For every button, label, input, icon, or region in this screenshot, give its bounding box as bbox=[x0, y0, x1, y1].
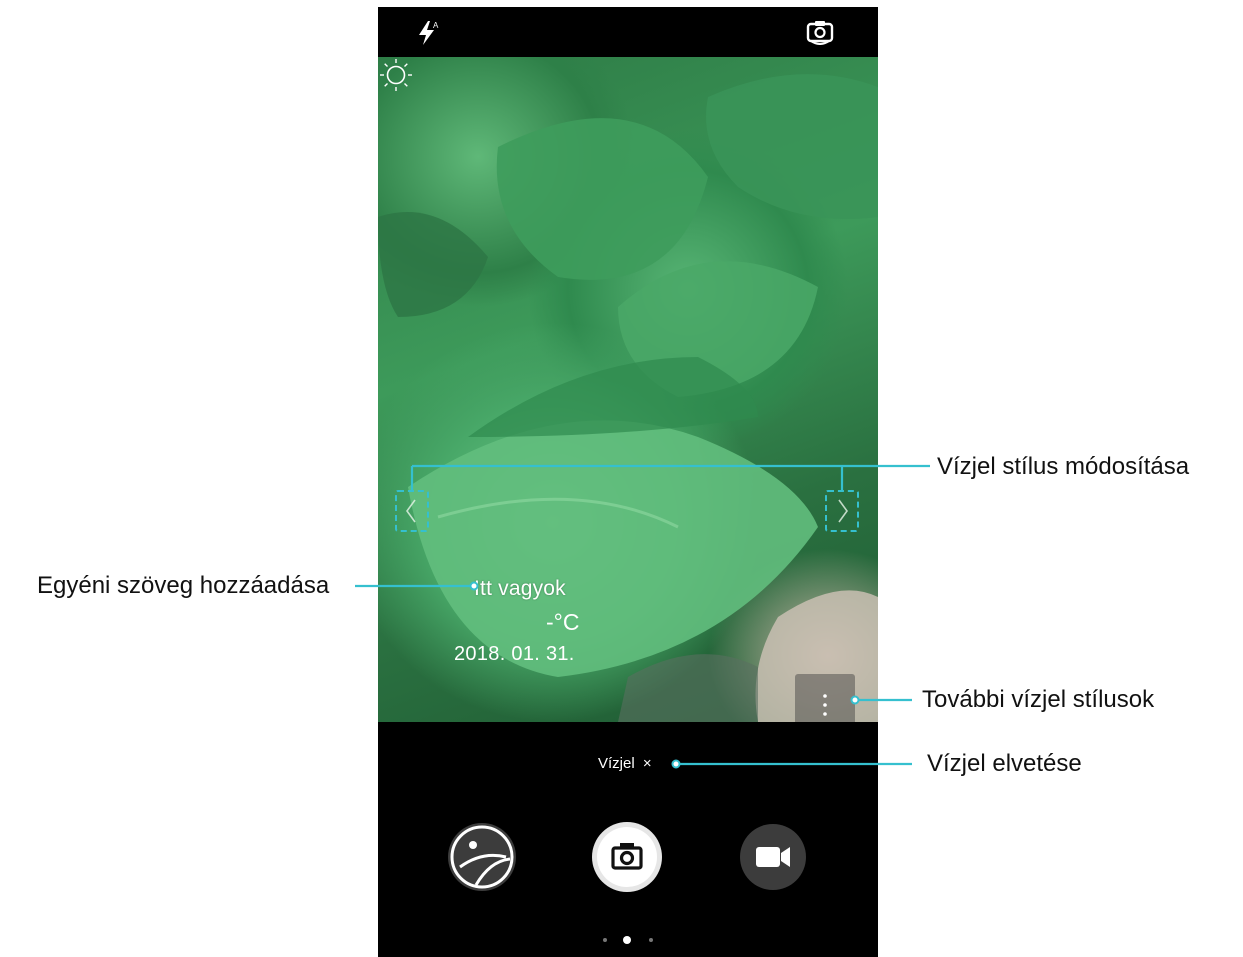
callout-add-text: Egyéni szöveg hozzáadása bbox=[37, 572, 330, 599]
callout-dismiss: Vízjel elvetése bbox=[927, 750, 1082, 777]
callout-change-style: Vízjel stílus módosítása bbox=[937, 453, 1190, 480]
callout-more-styles: További vízjel stílusok bbox=[922, 686, 1155, 713]
